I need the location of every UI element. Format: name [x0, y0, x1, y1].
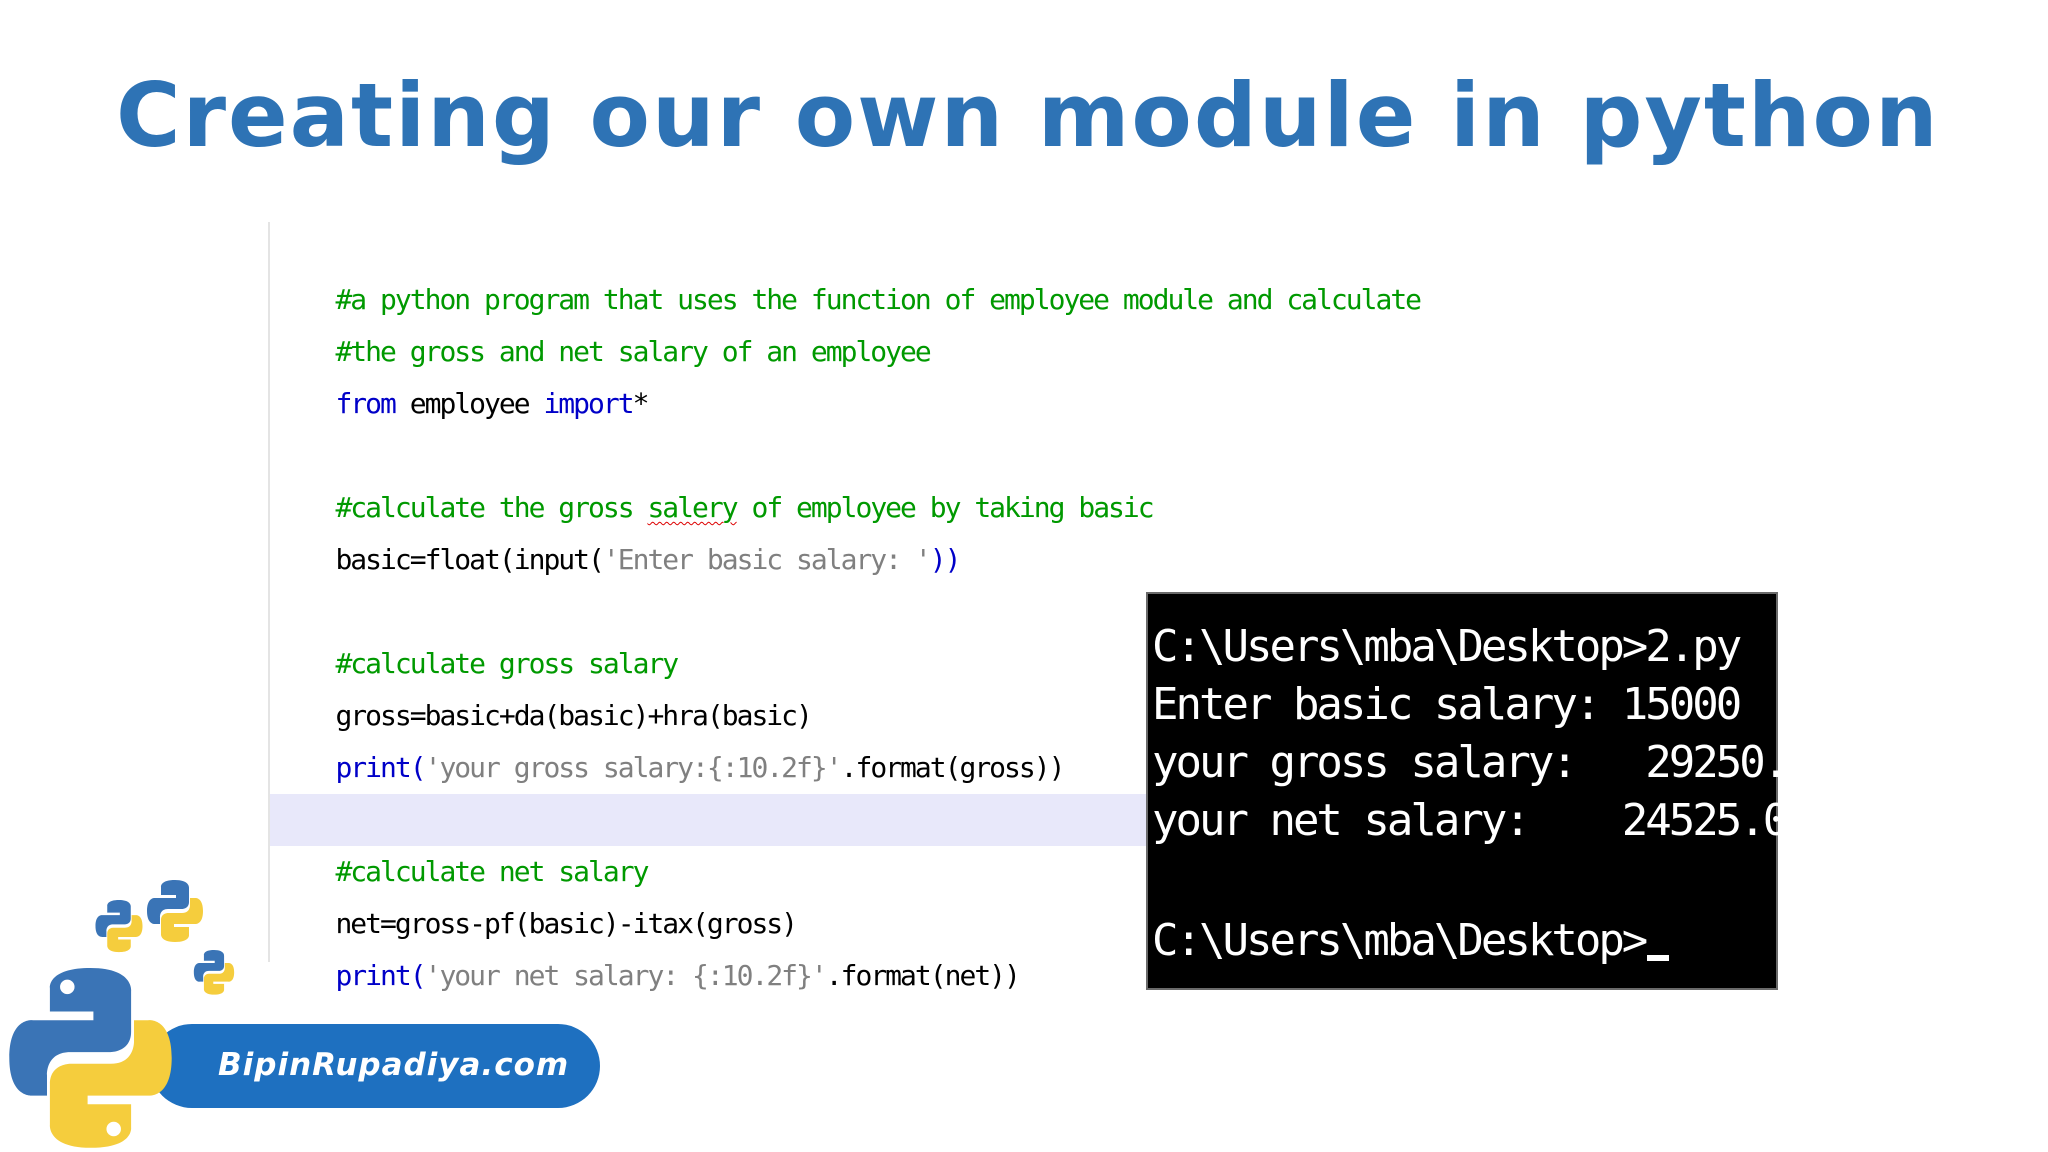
code-statement: basic=float(input( [335, 543, 604, 576]
code-statement: .format(gross)) [840, 751, 1066, 784]
console-prompt: C:\Users\mba\Desktop> [1152, 915, 1648, 966]
slide-title: Creating our own module in python [116, 64, 1940, 167]
import-star: * [632, 387, 650, 420]
keyword-print: print [335, 751, 411, 784]
console-line: your net salary: 24525.00 [1152, 795, 1813, 846]
python-logo-large [9, 968, 172, 1148]
python-logo-icon [9, 880, 235, 1148]
keyword-from: from [335, 387, 396, 420]
console-line: Enter basic salary: 15000 [1152, 679, 1742, 730]
console-output-window: C:\Users\mba\Desktop>2.py Enter basic sa… [1146, 592, 1836, 990]
code-string: 'your gross salary:{:10.2f}' [424, 751, 843, 784]
python-logo-small-1 [95, 900, 143, 953]
code-line-5: #calculate the gross salery of employee … [276, 430, 1154, 524]
code-string: 'your net salary: {:10.2f}' [424, 959, 828, 992]
code-paren: ( [409, 751, 427, 784]
code-line-13: net=gross-pf(basic)-itax(gross) [276, 846, 798, 940]
keyword-print: print [335, 959, 411, 992]
code-string: 'Enter basic salary: ' [602, 543, 932, 576]
code-paren: ( [409, 959, 427, 992]
code-line-10: print('your gross salary:{:10.2f}'.forma… [276, 690, 1065, 784]
code-statement: .format(net)) [825, 959, 1021, 992]
code-editor-panel: #a python program that uses the function… [268, 222, 1422, 992]
code-line-12-highlighted: #calculate net salary [270, 794, 1148, 888]
brand-site-name: BipinRupadiya.com [218, 1047, 570, 1083]
module-identifier: employee [394, 387, 544, 420]
code-line-1: #a python program that uses the function… [276, 222, 1422, 316]
console-line: C:\Users\mba\Desktop>2.py [1152, 621, 1742, 672]
python-logo-small-2 [147, 880, 203, 942]
code-line-3: from employee import* [276, 326, 649, 420]
code-line-8: #calculate gross salary [276, 586, 679, 680]
code-paren: )) [929, 543, 962, 576]
console-line: your gross salary: 29250.00 [1152, 737, 1836, 788]
code-line-14: print('your net salary: {:10.2f}'.format… [276, 898, 1020, 992]
console-cursor [1647, 955, 1670, 961]
code-line-9: gross=basic+da(basic)+hra(basic) [276, 638, 812, 732]
python-logo-small-3 [193, 950, 235, 995]
keyword-import: import [543, 387, 634, 420]
code-line-2: #the gross and net salary of an employee [276, 274, 931, 368]
code-line-6: basic=float(input('Enter basic salary: '… [276, 482, 961, 576]
console-prompt-line: C:\Users\mba\Desktop> [1152, 912, 1670, 970]
